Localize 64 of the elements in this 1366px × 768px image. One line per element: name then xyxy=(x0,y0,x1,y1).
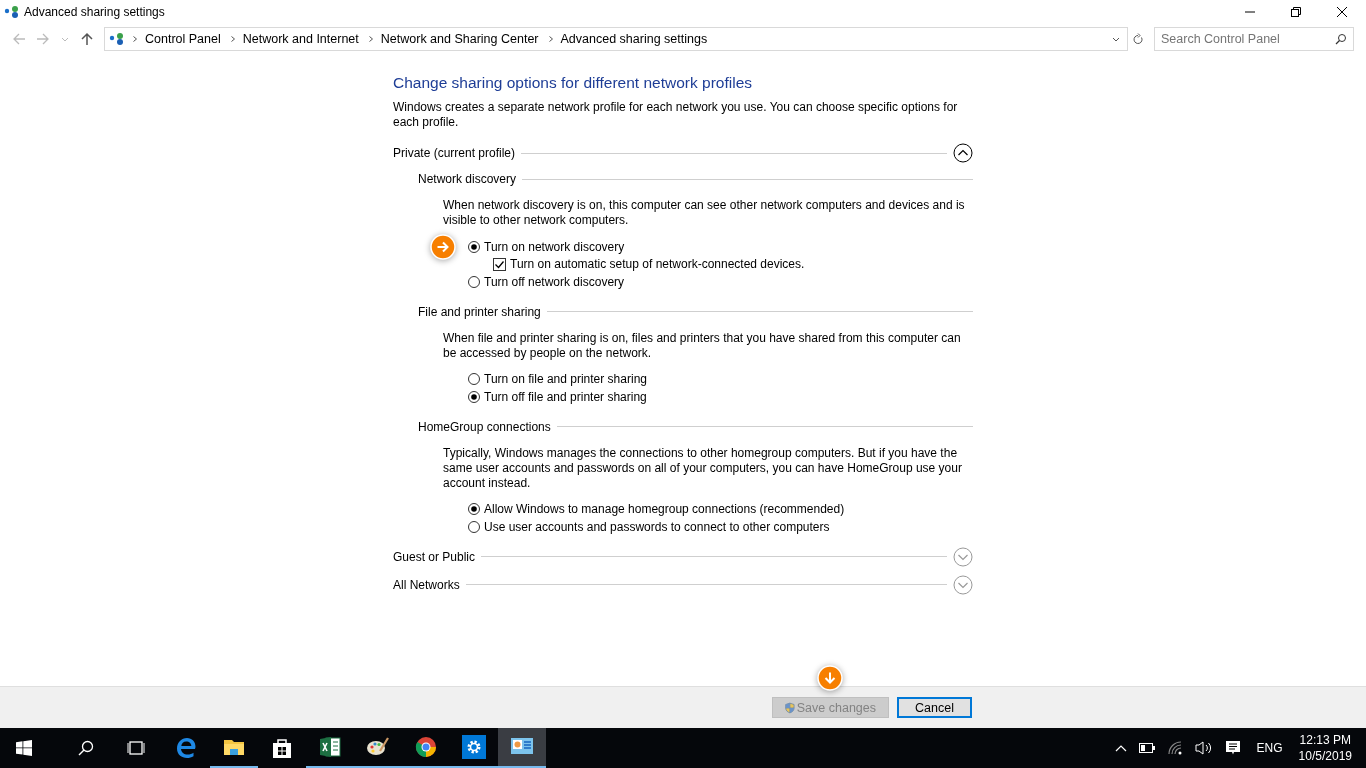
radio-button[interactable] xyxy=(468,240,480,253)
search-icon xyxy=(1335,33,1347,45)
start-icon[interactable] xyxy=(16,740,32,756)
option-label[interactable]: Turn off file and printer sharing xyxy=(484,389,647,404)
chevron-right-icon[interactable] xyxy=(131,35,139,43)
section-description: Typically, Windows manages the connections to other homegroup computers. But if you have the same user accounts and passwords on all of your computers, you can have HomeGroup use your account instead. xyxy=(442,445,963,491)
option-label[interactable]: Allow Windows to manage homegroup connections (recommended) xyxy=(484,502,845,517)
section-heading: File and printer sharing xyxy=(418,304,541,319)
wifi-icon[interactable] xyxy=(1166,740,1183,756)
shopping-bag-icon xyxy=(270,736,294,760)
option-label[interactable]: Turn off network discovery xyxy=(484,274,625,289)
search-icon[interactable] xyxy=(78,740,94,756)
restore-icon[interactable] xyxy=(1290,6,1302,18)
clock-time[interactable]: 12:13 PM xyxy=(1299,732,1351,748)
up-arrow-icon[interactable] xyxy=(80,32,94,46)
chevron-right-icon[interactable] xyxy=(366,35,375,43)
option-label[interactable]: Turn on file and printer sharing xyxy=(484,372,647,387)
breadcrumb[interactable]: Network and Internet xyxy=(242,32,359,46)
radio-button[interactable] xyxy=(468,373,480,386)
notification-icon[interactable] xyxy=(1224,740,1241,756)
chevron-up-icon[interactable] xyxy=(1114,744,1127,752)
chevron-right-icon[interactable] xyxy=(228,35,237,43)
language-indicator[interactable]: ENG xyxy=(1256,741,1283,755)
network-icon xyxy=(109,31,125,47)
collapse-icon[interactable] xyxy=(953,143,973,163)
breadcrumb[interactable]: Advanced sharing settings xyxy=(560,32,708,46)
arrow-marker-icon xyxy=(817,665,843,691)
address-field[interactable]: Control Panel Network and Internet Network and Sharing Center Advanced sharing settings xyxy=(104,27,1128,51)
radio-button[interactable] xyxy=(468,390,480,403)
chevron-right-icon[interactable] xyxy=(546,35,555,43)
section-description: When network discovery is on, this computer can see other network computers and devices and is visible to other network computers. xyxy=(442,198,966,228)
profile-heading[interactable]: All Networks xyxy=(393,577,460,592)
page-heading: Change sharing options for different network profiles xyxy=(393,74,753,92)
profile-heading[interactable]: Private (current profile) xyxy=(393,146,516,160)
search-field[interactable]: Search Control Panel xyxy=(1154,27,1354,51)
gear-icon xyxy=(462,735,486,759)
intro-text: Windows creates a separate network profile for each network you use. You can choose specific options for each profile. xyxy=(393,100,959,130)
option-label[interactable]: Turn on automatic setup of network-connected devices. xyxy=(510,257,805,272)
breadcrumb[interactable]: Control Panel xyxy=(145,32,221,46)
e-logo-icon xyxy=(174,736,198,760)
window-title: Advanced sharing settings xyxy=(24,5,165,19)
speaker-icon[interactable] xyxy=(1194,740,1213,756)
cancel-button[interactable]: Cancel xyxy=(897,697,972,718)
option-label[interactable]: Turn on network discovery xyxy=(484,239,625,254)
section-heading: Network discovery xyxy=(418,172,517,186)
spreadsheet-icon xyxy=(318,735,342,759)
circle-logo-icon xyxy=(414,735,438,759)
radio-button[interactable] xyxy=(468,275,480,288)
taskbar-button[interactable] xyxy=(498,728,546,768)
network-icon xyxy=(4,4,20,20)
task-view-icon[interactable] xyxy=(126,740,146,756)
radio-button[interactable] xyxy=(468,503,480,516)
option-label[interactable]: Use user accounts and passwords to connect to other computers xyxy=(484,519,830,534)
section-description: When file and printer sharing is on, files and printers that you have shared from this computer can be accessed by people on the network. xyxy=(442,330,962,361)
breadcrumb[interactable]: Network and Sharing Center xyxy=(380,32,539,46)
battery-icon[interactable] xyxy=(1138,743,1155,753)
arrow-marker-icon xyxy=(430,234,456,260)
profile-heading[interactable]: Guest or Public xyxy=(393,549,476,564)
checkbox[interactable] xyxy=(493,257,506,271)
radio-button[interactable] xyxy=(468,520,480,533)
clock-date[interactable]: 10/5/2019 xyxy=(1298,748,1352,764)
section-heading: HomeGroup connections xyxy=(418,419,551,434)
close-icon[interactable] xyxy=(1336,6,1348,18)
refresh-icon[interactable] xyxy=(1132,33,1144,45)
